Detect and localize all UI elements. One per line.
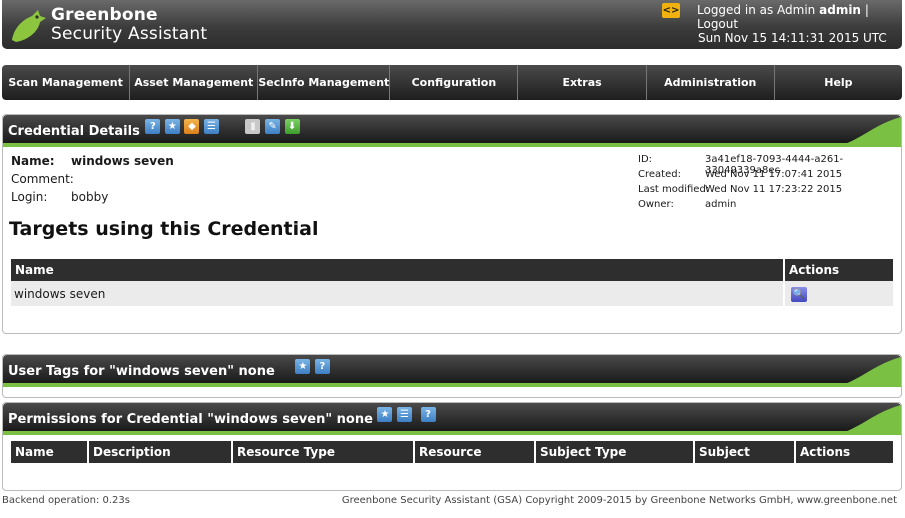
table-row: windows seven 🔍 bbox=[11, 281, 893, 306]
nav-help[interactable]: Help bbox=[775, 65, 902, 100]
copyright-text: Greenbone Security Assistant (GSA) Copyr… bbox=[341, 495, 897, 506]
credential-details-panel: Credential Details ? ★ ◆ ☰ ▮ ✎ ⬇ Name: w… bbox=[2, 114, 902, 334]
logged-in-text: Logged in as Admin bbox=[697, 3, 816, 17]
header-swoosh-icon bbox=[847, 357, 901, 383]
top-header: Greenbone Security Assistant <> Logged i… bbox=[2, 0, 902, 49]
created-label: Created: bbox=[638, 169, 681, 180]
column-subject[interactable]: Subject bbox=[695, 441, 794, 463]
login-value: bobby bbox=[71, 190, 109, 204]
edit-icon[interactable]: ✎ bbox=[265, 119, 281, 134]
header-swoosh-icon bbox=[847, 405, 901, 431]
permissions-header-row: Name Description Resource Type Resource … bbox=[11, 441, 893, 463]
created-value: Wed Nov 11 17:07:41 2015 bbox=[705, 169, 843, 180]
nav-secinfo-management[interactable]: SecInfo Management bbox=[258, 65, 391, 100]
username: admin bbox=[819, 3, 861, 17]
panel-title: Credential Details ? ★ ◆ ☰ ▮ ✎ ⬇ bbox=[8, 119, 300, 139]
panel-title: Permissions for Credential "windows seve… bbox=[8, 407, 436, 427]
nav-administration[interactable]: Administration bbox=[647, 65, 775, 100]
nav-scan-management[interactable]: Scan Management bbox=[2, 65, 131, 100]
nav-extras[interactable]: Extras bbox=[518, 65, 647, 100]
credential-fields: Name: windows seven Comment: Login: bobb… bbox=[3, 151, 901, 221]
nav-asset-management[interactable]: Asset Management bbox=[130, 65, 259, 100]
targets-table: Name Actions windows seven 🔍 bbox=[9, 259, 895, 306]
language-switch-button[interactable]: <> bbox=[662, 3, 680, 18]
permissions-panel: Permissions for Credential "windows seve… bbox=[2, 402, 902, 491]
permissions-title: Permissions for Credential "windows seve… bbox=[8, 412, 373, 427]
download-icon[interactable]: ⬇ bbox=[284, 119, 300, 134]
new-permission-icon[interactable]: ★ bbox=[377, 407, 393, 422]
main-nav: Scan Management Asset Management SecInfo… bbox=[2, 65, 902, 100]
permissions-list-icon[interactable]: ☰ bbox=[396, 407, 412, 422]
column-resource[interactable]: Resource bbox=[415, 441, 534, 463]
header-swoosh-icon bbox=[847, 117, 901, 143]
user-tags-title: User Tags for "windows seven" none bbox=[8, 364, 275, 379]
permissions-header: Permissions for Credential "windows seve… bbox=[3, 403, 901, 435]
new-credential-icon[interactable]: ★ bbox=[164, 119, 180, 134]
owner-value: admin bbox=[705, 199, 737, 210]
column-actions: Actions bbox=[785, 259, 893, 281]
modified-value: Wed Nov 11 17:23:22 2015 bbox=[705, 184, 843, 195]
help-icon[interactable]: ? bbox=[145, 119, 161, 134]
target-actions-cell: 🔍 bbox=[785, 281, 893, 306]
delete-icon[interactable]: ▮ bbox=[245, 119, 261, 134]
id-label: ID: bbox=[638, 154, 653, 165]
nav-configuration[interactable]: Configuration bbox=[390, 65, 519, 100]
server-datetime: Sun Nov 15 14:11:31 2015 UTC bbox=[698, 31, 887, 45]
panel-title: User Tags for "windows seven" none ★ ? bbox=[8, 359, 330, 379]
credential-details-title: Credential Details bbox=[8, 124, 140, 139]
user-info: Logged in as Admin admin | Logout bbox=[697, 3, 902, 31]
credentials-list-icon[interactable]: ☰ bbox=[203, 119, 219, 134]
login-label: Login: bbox=[11, 190, 48, 204]
target-name-cell[interactable]: windows seven bbox=[11, 281, 783, 306]
help-icon[interactable]: ? bbox=[314, 359, 330, 374]
help-icon[interactable]: ? bbox=[420, 407, 436, 422]
user-tags-panel: User Tags for "windows seven" none ★ ? bbox=[2, 354, 902, 398]
column-actions: Actions bbox=[796, 441, 893, 463]
targets-heading: Targets using this Credential bbox=[9, 218, 319, 240]
user-tags-header: User Tags for "windows seven" none ★ ? bbox=[3, 355, 901, 387]
brand-subtitle: Security Assistant bbox=[51, 24, 208, 44]
backend-timing: Backend operation: 0.23s bbox=[2, 495, 130, 506]
brand-name: Greenbone bbox=[51, 5, 158, 25]
logout-link[interactable]: Logout bbox=[697, 17, 738, 31]
column-name[interactable]: Name bbox=[11, 259, 783, 281]
new-tag-icon[interactable]: ★ bbox=[295, 359, 311, 374]
greenbone-logo-icon bbox=[12, 10, 46, 42]
create-target-icon[interactable]: ◆ bbox=[184, 119, 200, 134]
column-name[interactable]: Name bbox=[11, 441, 87, 463]
credential-details-header: Credential Details ? ★ ◆ ☰ ▮ ✎ ⬇ bbox=[3, 115, 901, 147]
details-magnifier-icon[interactable]: 🔍 bbox=[791, 286, 807, 302]
comment-label: Comment: bbox=[11, 172, 74, 186]
column-subject-type[interactable]: Subject Type bbox=[536, 441, 693, 463]
owner-label: Owner: bbox=[638, 199, 674, 210]
permissions-table: Name Description Resource Type Resource … bbox=[9, 441, 895, 463]
modified-label: Last modified: bbox=[638, 184, 710, 195]
column-description[interactable]: Description bbox=[89, 441, 231, 463]
targets-header-row: Name Actions bbox=[11, 259, 893, 281]
column-resource-type[interactable]: Resource Type bbox=[233, 441, 413, 463]
name-value: windows seven bbox=[71, 154, 174, 168]
user-separator: | bbox=[864, 3, 869, 17]
name-label: Name: bbox=[11, 154, 55, 168]
